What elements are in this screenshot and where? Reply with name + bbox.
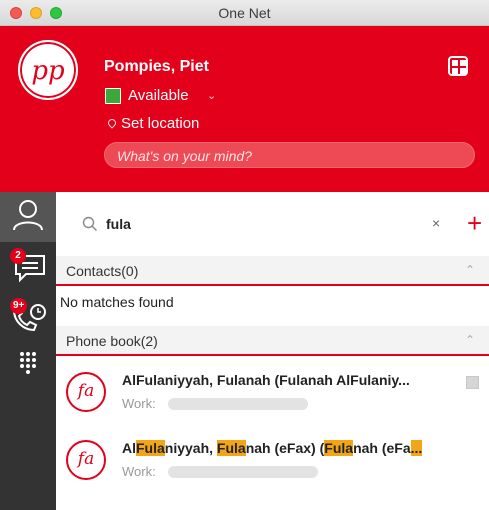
select-checkbox[interactable]: [466, 376, 479, 389]
chevron-down-icon[interactable]: ⌄: [207, 89, 216, 102]
set-location-link[interactable]: Set location: [121, 115, 199, 132]
name-part: nah (eFa: [353, 440, 411, 456]
clear-search-icon[interactable]: ×: [432, 215, 440, 231]
list-item[interactable]: fa AlFulaniyyah, Fulanah (eFax) (Fulanah…: [56, 426, 489, 494]
profile-header: pp Pompies, Piet Available ⌄ Set locatio…: [0, 26, 489, 192]
contact-name: AlFulaniyyah, Fulanah (Fulanah AlFulaniy…: [122, 372, 410, 388]
no-matches-text: No matches found: [60, 294, 174, 310]
call-history-icon: [12, 304, 46, 332]
contacts-icon: [13, 200, 43, 231]
sidebar-item-dialpad[interactable]: [0, 342, 56, 392]
work-label: Work:: [122, 396, 156, 411]
sidebar-item-calls[interactable]: 9+: [0, 292, 56, 342]
match-highlight: Fula: [324, 440, 354, 456]
work-label: Work:: [122, 464, 156, 479]
name-part: Al: [122, 440, 136, 456]
add-contact-button[interactable]: +: [467, 208, 482, 239]
sidebar-item-chat[interactable]: 2: [0, 242, 56, 292]
chat-badge: 2: [10, 248, 26, 264]
status-dropdown[interactable]: Available: [128, 87, 189, 104]
window-title: One Net: [218, 5, 271, 21]
avatar-initials: fa: [77, 381, 95, 401]
sidebar-item-contacts[interactable]: [0, 192, 56, 242]
title-bar: One Net: [0, 0, 489, 26]
avatar: fa: [66, 440, 106, 480]
match-highlight: ...: [410, 440, 423, 456]
redacted-number: [168, 466, 318, 478]
phonebook-section-label: Phone book(2): [66, 333, 158, 349]
search-input[interactable]: [106, 214, 406, 234]
collapse-icon[interactable]: ⌃: [465, 263, 475, 277]
contacts-section-label: Contacts(0): [66, 263, 139, 279]
avatar-initials: pp: [31, 56, 65, 86]
status-indicator: [105, 88, 121, 104]
match-highlight: Fula: [216, 440, 246, 456]
avatar: fa: [66, 372, 106, 412]
search-icon: [82, 216, 97, 231]
search-bar: × +: [56, 192, 489, 254]
avatar-initials: fa: [77, 449, 95, 469]
avatar[interactable]: pp: [18, 40, 78, 100]
list-item[interactable]: fa AlFulaniyyah, Fulanah (Fulanah AlFula…: [56, 358, 489, 426]
status-message-input[interactable]: What's on your mind?: [104, 142, 475, 168]
user-name: Pompies, Piet: [104, 58, 209, 75]
match-highlight: Fula: [136, 440, 165, 456]
chat-icon: [15, 255, 45, 283]
name-part: nah (eFax) (: [245, 440, 325, 456]
collapse-icon[interactable]: ⌃: [465, 333, 475, 347]
apps-grid-icon[interactable]: [448, 56, 468, 76]
contacts-section-header[interactable]: Contacts(0) ⌃: [56, 256, 489, 286]
name-part: niyyah,: [164, 440, 217, 456]
location-pin-icon: [106, 117, 118, 129]
phonebook-section-header[interactable]: Phone book(2) ⌃: [56, 326, 489, 356]
redacted-number: [168, 398, 308, 410]
dialpad-icon: [20, 352, 36, 374]
sidebar: 2 9+: [0, 192, 56, 510]
contact-name: AlFulaniyyah, Fulanah (eFax) (Fulanah (e…: [122, 440, 452, 456]
